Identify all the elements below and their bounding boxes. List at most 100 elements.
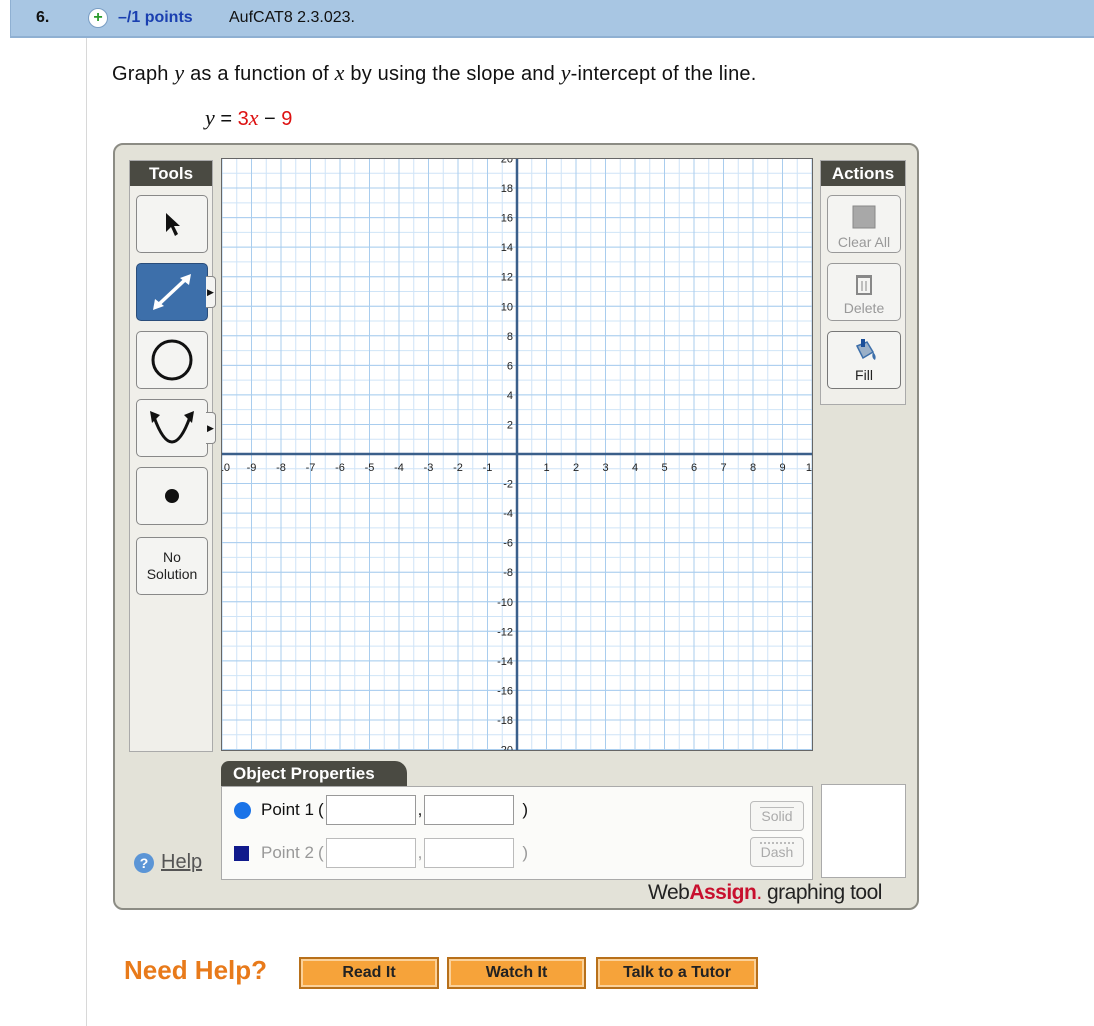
question-points: –/1 points xyxy=(118,9,193,26)
y-tick-label: 6 xyxy=(507,360,513,372)
fill-bucket-icon xyxy=(855,339,876,360)
x-tick-label: 10 xyxy=(806,462,812,474)
delete-button[interactable]: Delete xyxy=(827,263,901,321)
y-tick-label: -16 xyxy=(497,685,513,697)
help-link[interactable]: Help xyxy=(161,851,202,874)
object-properties-panel: Point 1 ( , ) Point 2 ( , ) Solid Dash xyxy=(221,786,813,880)
y-tick-label: -6 xyxy=(503,538,513,550)
need-help-label: Need Help? xyxy=(124,955,268,985)
fill-label: Fill xyxy=(855,367,873,383)
brand-assign: Assign xyxy=(689,881,757,904)
x-tick-label: 1 xyxy=(543,462,549,474)
point1-y-input[interactable] xyxy=(424,795,515,825)
parabola-tool-dropdown[interactable]: ▶ xyxy=(206,412,216,444)
x-tick-label: -2 xyxy=(453,462,463,474)
x-tick-label: 2 xyxy=(573,462,579,474)
talk-to-tutor-button[interactable]: Talk to a Tutor xyxy=(596,957,758,989)
point2-label: Point 2 xyxy=(261,843,314,862)
tools-title: Tools xyxy=(130,161,212,186)
solid-label: Solid xyxy=(761,808,793,824)
line-tool-dropdown[interactable]: ▶ xyxy=(206,276,216,308)
left-divider xyxy=(86,38,87,1026)
x-tick-label: 8 xyxy=(750,462,756,474)
read-it-button[interactable]: Read It xyxy=(299,957,439,989)
fill-button[interactable]: Fill xyxy=(827,331,901,389)
point1-label: Point 1 xyxy=(261,800,314,819)
x-tick-label: 3 xyxy=(602,462,608,474)
dash-label: Dash xyxy=(760,844,794,860)
y-tick-label: 12 xyxy=(501,272,513,284)
question-prompt: Graph y as a function of x by using the … xyxy=(112,60,757,85)
parabola-tool-button[interactable] xyxy=(136,399,208,457)
clear-all-icon xyxy=(852,205,876,229)
x-tick-label: -7 xyxy=(306,462,316,474)
pointer-arrow-icon xyxy=(166,213,180,236)
actions-title: Actions xyxy=(821,161,905,186)
watch-it-button[interactable]: Watch It xyxy=(447,957,586,989)
delete-label: Delete xyxy=(843,300,885,316)
point2-y-input[interactable] xyxy=(424,838,515,868)
question-number: 6. xyxy=(36,9,50,26)
x-tick-label: 7 xyxy=(720,462,726,474)
no-solution-line1: No xyxy=(163,549,181,565)
x-tick-label: -6 xyxy=(335,462,345,474)
y-tick-label: 8 xyxy=(507,331,513,343)
x-tick-label: -1 xyxy=(483,462,493,474)
help-icon[interactable]: ? xyxy=(134,853,154,873)
y-tick-label: 16 xyxy=(501,213,513,225)
point2-close-paren: ) xyxy=(522,843,529,862)
x-tick-label: 6 xyxy=(691,462,697,474)
brand-suffix: graphing tool xyxy=(761,881,882,904)
y-tick-label: -2 xyxy=(503,479,513,491)
x-tick-label: -9 xyxy=(247,462,257,474)
y-tick-label: -12 xyxy=(497,626,513,638)
circle-tool-button[interactable] xyxy=(136,331,208,389)
tools-panel: Tools ▶ ▶ No Solution xyxy=(129,160,216,752)
circle-tool-icon xyxy=(151,339,193,381)
question-code: AufCAT8 2.3.023. xyxy=(229,9,355,26)
color-swatch-panel[interactable] xyxy=(821,784,906,878)
x-tick-label: 9 xyxy=(779,462,785,474)
point1-comma: , xyxy=(417,800,423,819)
y-tick-label: 10 xyxy=(501,301,513,313)
line-tool-icon xyxy=(153,274,191,310)
point2-color-icon xyxy=(234,845,249,861)
point1-x-input[interactable] xyxy=(325,795,416,825)
webassign-brand: WebAssign. graphing tool xyxy=(648,881,882,905)
x-tick-label: 4 xyxy=(632,462,638,474)
point1-row: Point 1 ( , ) xyxy=(234,795,528,825)
y-tick-label: -14 xyxy=(497,656,513,668)
y-tick-label: 20 xyxy=(501,159,513,166)
y-tick-label: -4 xyxy=(503,508,513,520)
parabola-tool-icon xyxy=(150,411,194,444)
line-tool-button[interactable] xyxy=(136,263,208,321)
clear-all-button[interactable]: Clear All xyxy=(827,195,901,253)
y-tick-label: -18 xyxy=(497,715,513,727)
x-tick-label: -4 xyxy=(394,462,404,474)
point-tool-icon xyxy=(165,489,179,503)
x-tick-label: 5 xyxy=(661,462,667,474)
trash-icon xyxy=(856,275,872,295)
x-tick-label: -5 xyxy=(365,462,375,474)
y-tick-label: 18 xyxy=(501,183,513,195)
graph-area[interactable]: -10-9-8-7-6-5-4-3-2-11234567891020181614… xyxy=(214,154,818,757)
no-solution-button[interactable]: No Solution xyxy=(136,537,208,595)
x-tick-label: -8 xyxy=(276,462,286,474)
coordinate-grid[interactable]: -10-9-8-7-6-5-4-3-2-11234567891020181614… xyxy=(214,154,818,757)
point2-x-input[interactable] xyxy=(325,838,416,868)
point1-open-paren: ( xyxy=(317,800,324,819)
equation: y = 3x − 9 xyxy=(205,105,293,130)
expand-plus-icon[interactable]: + xyxy=(88,8,108,28)
solid-line-button[interactable]: Solid xyxy=(750,801,804,831)
point-tool-button[interactable] xyxy=(136,467,208,525)
pointer-tool-button[interactable] xyxy=(136,195,208,253)
y-tick-label: 4 xyxy=(507,390,513,402)
point2-comma: , xyxy=(417,843,423,862)
y-tick-label: 14 xyxy=(501,242,513,254)
brand-web: Web xyxy=(648,881,690,904)
point2-row: Point 2 ( , ) xyxy=(234,838,528,868)
object-properties-title: Object Properties xyxy=(221,761,407,787)
dash-line-button[interactable]: Dash xyxy=(750,837,804,867)
point1-color-icon xyxy=(234,801,251,819)
y-tick-label: -10 xyxy=(497,597,513,609)
